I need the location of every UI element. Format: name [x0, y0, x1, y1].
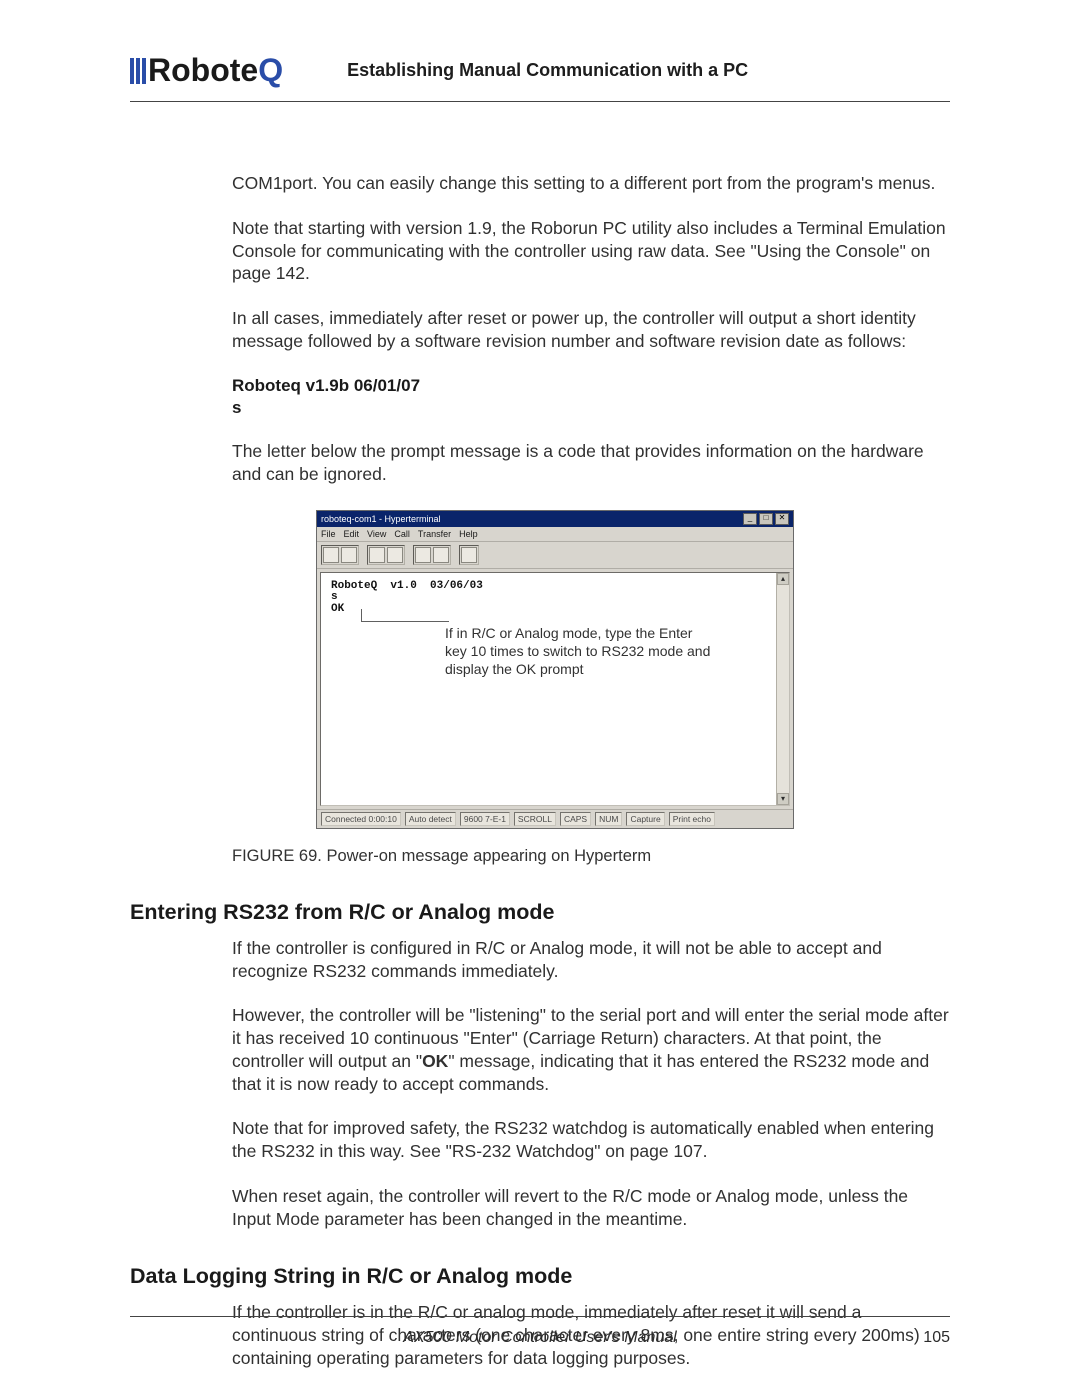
- paragraph: If the controller is configured in R/C o…: [232, 937, 950, 983]
- paragraph: In all cases, immediately after reset or…: [232, 307, 950, 353]
- section-heading-entering-rs232: Entering RS232 from R/C or Analog mode: [130, 900, 950, 925]
- page: RoboteQ Establishing Manual Communicatio…: [0, 0, 1080, 1397]
- menu-file[interactable]: File: [321, 529, 336, 539]
- ok-bold: OK: [422, 1051, 448, 1071]
- callout-line-icon: [361, 609, 362, 621]
- window-buttons: _ □ ✕: [743, 513, 789, 525]
- page-footer: AX500 Motor Controller User's Manual 105: [130, 1316, 950, 1347]
- figure-69: roboteq-com1 - Hyperterminal _ □ ✕ File …: [316, 510, 950, 866]
- status-cell: 9600 7-E-1: [460, 812, 510, 826]
- scrollbar[interactable]: ▴ ▾: [776, 573, 789, 805]
- close-icon[interactable]: ✕: [775, 513, 789, 525]
- logo-bars-icon: [130, 58, 146, 84]
- figure-caption: FIGURE 69. Power-on message appearing on…: [232, 847, 950, 866]
- page-number: 105: [923, 1329, 950, 1347]
- logo-text-q: Q: [258, 52, 283, 89]
- menu-view[interactable]: View: [367, 529, 386, 539]
- header-title: Establishing Manual Communication with a…: [347, 60, 748, 81]
- version-string: Roboteq v1.9b 06/01/07 s: [232, 375, 950, 421]
- status-cell: CAPS: [560, 812, 591, 826]
- footer-title: AX500 Motor Controller User's Manual: [403, 1329, 676, 1347]
- page-header: RoboteQ Establishing Manual Communicatio…: [130, 52, 950, 102]
- section-body: If the controller is configured in R/C o…: [232, 937, 950, 1231]
- paragraph: However, the controller will be "listeni…: [232, 1004, 950, 1095]
- status-cell: SCROLL: [514, 812, 556, 826]
- toolbar-icon[interactable]: [415, 547, 431, 563]
- status-cell: Capture: [626, 812, 664, 826]
- window-menubar: File Edit View Call Transfer Help: [317, 527, 793, 542]
- version-line-1: Roboteq v1.9b 06/01/07: [232, 376, 420, 395]
- window-titlebar: roboteq-com1 - Hyperterminal _ □ ✕: [317, 511, 793, 527]
- status-cell: NUM: [595, 812, 622, 826]
- version-line-2: s: [232, 398, 241, 417]
- body-content: COM1port. You can easily change this set…: [232, 172, 950, 866]
- logo-text-pre: Robote: [148, 52, 258, 89]
- brand-logo: RoboteQ: [130, 52, 283, 89]
- window-title-text: roboteq-com1 - Hyperterminal: [321, 514, 441, 524]
- scroll-down-icon[interactable]: ▾: [777, 793, 789, 805]
- status-cell: Auto detect: [405, 812, 456, 826]
- callout-text: If in R/C or Analog mode, type the Enter…: [445, 625, 715, 679]
- status-cell: Print echo: [669, 812, 715, 826]
- section-heading-data-logging: Data Logging String in R/C or Analog mod…: [130, 1264, 950, 1289]
- minimize-icon[interactable]: _: [743, 513, 757, 525]
- toolbar-icon[interactable]: [341, 547, 357, 563]
- paragraph: Note that starting with version 1.9, the…: [232, 217, 950, 285]
- toolbar-icon[interactable]: [323, 547, 339, 563]
- paragraph: COM1port. You can easily change this set…: [232, 172, 950, 195]
- scroll-up-icon[interactable]: ▴: [777, 573, 789, 585]
- menu-edit[interactable]: Edit: [344, 529, 360, 539]
- menu-call[interactable]: Call: [394, 529, 410, 539]
- window-statusbar: Connected 0:00:10 Auto detect 9600 7-E-1…: [317, 809, 793, 828]
- callout-line-icon: [361, 621, 449, 622]
- terminal-output: RoboteQ v1.0 03/06/03 s OK: [321, 573, 789, 624]
- toolbar-icon[interactable]: [433, 547, 449, 563]
- paragraph: Note that for improved safety, the RS232…: [232, 1117, 950, 1163]
- terminal-pane: RoboteQ v1.0 03/06/03 s OK If in R/C or …: [320, 572, 790, 806]
- menu-transfer[interactable]: Transfer: [418, 529, 451, 539]
- toolbar-icon[interactable]: [387, 547, 403, 563]
- status-cell: Connected 0:00:10: [321, 812, 401, 826]
- paragraph: The letter below the prompt message is a…: [232, 440, 950, 486]
- hyperterm-window: roboteq-com1 - Hyperterminal _ □ ✕ File …: [316, 510, 794, 829]
- window-toolbar: [317, 542, 793, 569]
- toolbar-icon[interactable]: [461, 547, 477, 563]
- menu-help[interactable]: Help: [459, 529, 478, 539]
- toolbar-icon[interactable]: [369, 547, 385, 563]
- paragraph: When reset again, the controller will re…: [232, 1185, 950, 1231]
- maximize-icon[interactable]: □: [759, 513, 773, 525]
